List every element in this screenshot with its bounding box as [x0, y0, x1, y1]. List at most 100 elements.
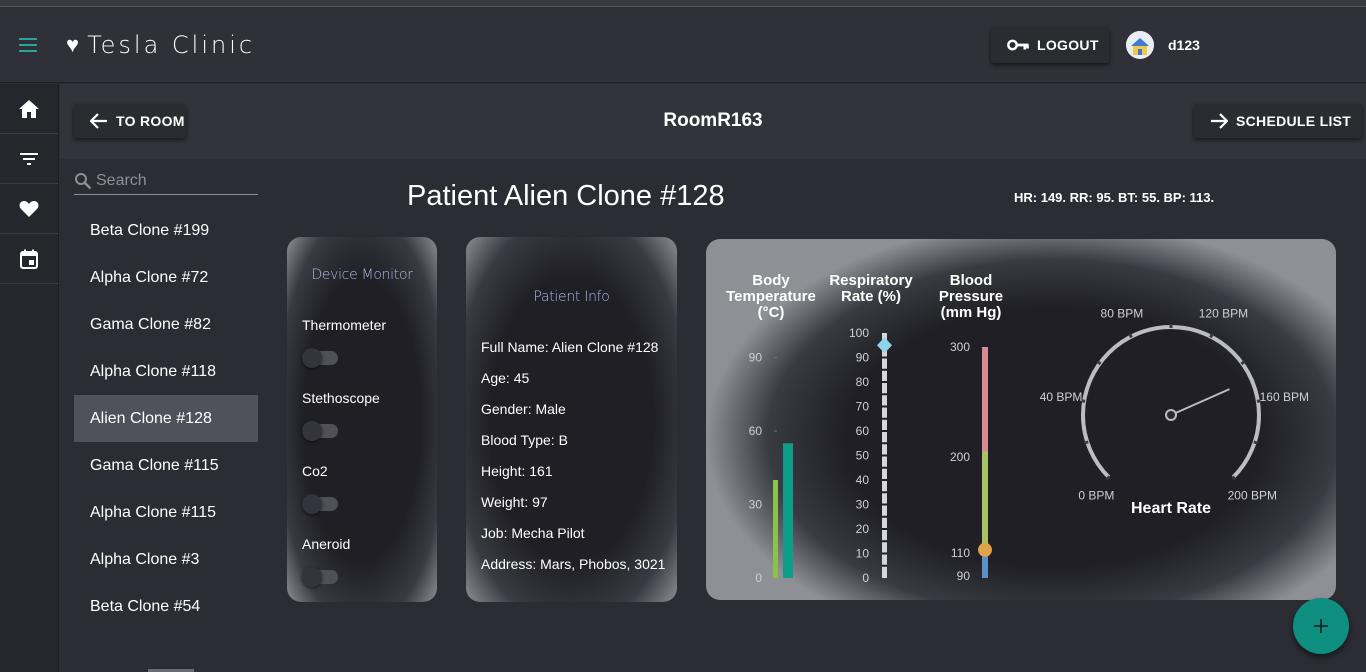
resp-rate-tick: 50 — [856, 449, 870, 463]
heart-rate-tick-mark — [1209, 333, 1214, 339]
thermometer-toggle[interactable] — [302, 348, 338, 368]
resp-rate-tick: 40 — [856, 473, 870, 487]
resp-rate-tick: 80 — [856, 375, 870, 389]
patient-list-item[interactable]: Alpha Clone #3 — [74, 536, 258, 583]
device-label: Aneroid — [302, 536, 351, 552]
heart-rate-tick-mark — [1128, 333, 1133, 339]
stethoscope-toggle[interactable] — [302, 421, 338, 441]
schedule-list-label: SCHEDULE LIST — [1236, 113, 1352, 129]
resp-rate-tick: 30 — [856, 498, 870, 512]
info-weight: Weight: 97 — [481, 494, 548, 510]
add-button[interactable] — [1293, 598, 1349, 654]
device-label: Co2 — [302, 463, 328, 479]
body-temp-bar — [783, 443, 793, 578]
search-input[interactable] — [96, 172, 246, 190]
search-icon — [75, 173, 92, 190]
body-temp-label-1: Body — [752, 272, 790, 289]
schedule-list-button[interactable]: SCHEDULE LIST — [1194, 104, 1362, 138]
heart-rate-tick: 160 BPM — [1260, 390, 1309, 404]
bp-tick: 90 — [957, 569, 971, 583]
calendar-icon[interactable] — [0, 234, 58, 284]
resp-rate-label-2: Rate (%) — [841, 288, 901, 305]
body-temp-label-2: Temperature — [726, 288, 816, 305]
heart-rate-tick: 80 BPM — [1101, 306, 1144, 320]
room-bar: TO ROOM RoomR163 SCHEDULE LIST — [60, 84, 1366, 159]
heart-icon[interactable] — [0, 184, 58, 234]
bp-tick: 110 — [951, 546, 970, 560]
patient-title: Patient Alien Clone #128 — [407, 180, 725, 212]
bp-segment — [982, 451, 988, 553]
logout-button[interactable]: LOGOUT — [991, 27, 1109, 63]
resp-rate-tick: 10 — [856, 547, 870, 561]
heart-rate-arc — [1081, 325, 1261, 479]
patient-list-item[interactable]: Beta Clone #199 — [74, 207, 258, 254]
patient-list-item[interactable]: Beta Clone #54 — [74, 583, 258, 630]
key-icon — [1007, 39, 1029, 51]
body-temp-tick: 30 — [749, 498, 763, 512]
resp-rate-tick: 100 — [849, 326, 869, 340]
heart-rate-tick-mark — [1240, 360, 1246, 366]
home-icon[interactable] — [0, 84, 58, 134]
heart-rate-tick-mark — [1096, 360, 1102, 366]
resp-rate-tick: 90 — [856, 351, 870, 365]
menu-icon[interactable] — [16, 33, 40, 57]
plus-icon — [1314, 619, 1328, 633]
patient-list-item[interactable]: Gama Clone #115 — [74, 442, 258, 489]
vitals-gauges-card: Body Temperature (°C) 0 30 60 90 Respirator… — [706, 239, 1336, 600]
app-title: Tesla Clinic — [87, 31, 256, 59]
heart-rate-tick: 120 BPM — [1199, 306, 1248, 320]
search-box — [74, 168, 258, 195]
patient-list-item[interactable]: Gama Clone #82 — [74, 301, 258, 348]
bp-label-3: (mm Hg) — [941, 304, 1002, 321]
filter-icon[interactable] — [0, 134, 58, 184]
heart-rate-label: Heart Rate — [1131, 500, 1211, 517]
heart-rate-tick: 0 BPM — [1078, 489, 1114, 503]
info-age: Age: 45 — [481, 370, 530, 386]
window-top-strip — [0, 0, 1366, 7]
patient-list-item[interactable]: Alien Clone #128 — [74, 395, 258, 442]
resp-rate-tick: 20 — [856, 522, 870, 536]
patient-list-item[interactable]: Alpha Clone #115 — [74, 489, 258, 536]
resp-rate-marker — [877, 337, 892, 354]
brand: ♥ Tesla Clinic — [66, 31, 255, 59]
vitals-gauges: Body Temperature (°C) 0 30 60 90 Respirator… — [726, 272, 1309, 585]
bp-tick: 200 — [950, 450, 970, 464]
room-title: RoomR163 — [663, 110, 763, 131]
info-job: Job: Mecha Pilot — [481, 525, 585, 541]
body-temp-tick: 90 — [749, 351, 763, 365]
patient-info-card: Patient Info Full Name: Alien Clone #128… — [466, 237, 677, 602]
heart-logo-icon: ♥ — [66, 32, 80, 57]
device-label: Thermometer — [302, 317, 387, 333]
info-blood-type: Blood Type: B — [481, 432, 568, 448]
heart-rate-needle — [1170, 388, 1230, 416]
resp-rate-label-1: Respiratory — [829, 272, 913, 289]
side-rail — [0, 84, 59, 672]
patient-list-item[interactable]: Alpha Clone #72 — [74, 254, 258, 301]
arrow-right-icon — [1211, 113, 1228, 129]
avatar[interactable] — [1126, 31, 1154, 59]
body-temp-tick: 60 — [749, 424, 763, 438]
device-monitor-card: Device Monitor Thermometer Stethoscope C… — [287, 237, 437, 602]
info-gender: Gender: Male — [481, 401, 566, 417]
heart-rate-tick-mark — [1105, 475, 1111, 481]
info-address: Address: Mars, Phobos, 3021 — [481, 556, 666, 572]
info-full-name: Full Name: Alien Clone #128 — [481, 339, 659, 355]
bp-marker — [978, 542, 992, 557]
body-temp-bar — [773, 480, 778, 578]
aneroid-toggle[interactable] — [302, 567, 338, 587]
body-temp-label-3: (°C) — [758, 304, 785, 321]
heart-rate-tick-mark — [1083, 440, 1089, 445]
bp-segment — [982, 347, 988, 452]
heart-rate-tick: 200 BPM — [1228, 489, 1277, 503]
app-bar: ♥ Tesla Clinic LOGOUT d123 — [0, 7, 1366, 83]
vitals-summary: HR: 149. RR: 95. BT: 55. BP: 113. — [1014, 190, 1215, 205]
patient-info-title: Patient Info — [533, 289, 610, 305]
device-monitor-title: Device Monitor — [311, 267, 413, 283]
co2-toggle[interactable] — [302, 494, 338, 514]
logout-label: LOGOUT — [1037, 37, 1099, 53]
patient-list-item[interactable]: Alpha Clone #118 — [74, 348, 258, 395]
resp-rate-tick: 70 — [856, 400, 870, 414]
heart-rate-tick-mark — [1253, 440, 1259, 445]
heart-rate-tick: 40 BPM — [1040, 390, 1083, 404]
device-label: Stethoscope — [302, 390, 380, 406]
